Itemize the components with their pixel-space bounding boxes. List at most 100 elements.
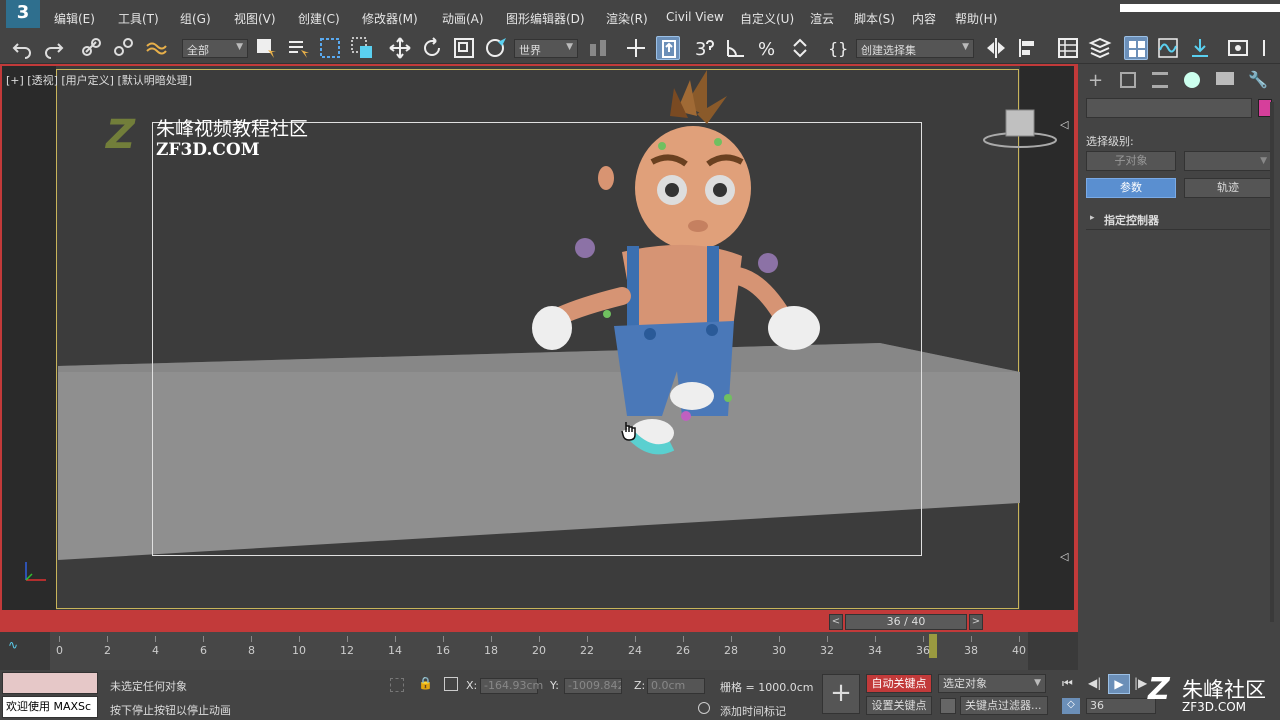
panel-scrollbar[interactable]	[1270, 102, 1274, 622]
time-slider-prev-button[interactable]: <	[829, 614, 843, 630]
utilities-tab-icon[interactable]: 🔧	[1248, 70, 1268, 89]
menu-graph-editors[interactable]: 图形编辑器(D)	[506, 10, 585, 27]
place-icon[interactable]	[484, 36, 508, 60]
scene-explorer-icon[interactable]	[1056, 36, 1080, 60]
time-slider[interactable]: 36 / 40	[845, 614, 967, 630]
time-slider-next-button[interactable]: >	[969, 614, 983, 630]
watermark-title: 朱峰视频教程社区	[156, 118, 309, 140]
menu-tools[interactable]: 工具(T)	[118, 10, 159, 27]
hierarchy-tab-icon[interactable]	[1152, 72, 1168, 88]
add-time-tag[interactable]: 添加时间标记	[720, 703, 786, 719]
y-coord-label: Y:	[550, 679, 559, 692]
maxscript-listener-mini[interactable]	[2, 672, 98, 694]
object-name-field[interactable]	[1086, 98, 1252, 118]
tick-mark	[347, 636, 348, 642]
modify-tab-icon[interactable]	[1120, 72, 1136, 88]
spinner-snap-icon[interactable]	[788, 36, 812, 60]
select-by-name-icon[interactable]	[286, 36, 310, 60]
menu-civil-view[interactable]: Civil View	[666, 10, 724, 24]
select-object-icon[interactable]	[254, 36, 278, 60]
named-selection-dropdown[interactable]: 创建选择集 ▼	[856, 39, 974, 58]
undo-icon[interactable]	[10, 36, 34, 60]
absolute-mode-icon[interactable]	[444, 677, 458, 691]
menu-edit[interactable]: 编辑(E)	[54, 10, 95, 27]
command-panel: + 🔧 选择级别: 子对象 ▼ 参数 轨迹 ▸ 指定控制器	[1080, 64, 1280, 632]
align-icon[interactable]	[1016, 36, 1040, 60]
track-bar[interactable]: ∿ 0 2 4 6 8 10 12 14 16 18 20 22 24 26 2…	[0, 632, 1078, 670]
app-logo[interactable]: 3	[6, 0, 40, 28]
render-setup-icon[interactable]	[1260, 36, 1280, 60]
isolate-toggle-icon[interactable]	[390, 678, 404, 692]
viewcube-icon[interactable]	[980, 104, 1060, 154]
menu-customize[interactable]: 自定义(U)	[740, 10, 794, 27]
time-tag-icon[interactable]	[698, 702, 710, 714]
go-to-start-icon[interactable]: ⏮	[1062, 676, 1073, 691]
prev-frame-icon[interactable]: ◀|	[1088, 676, 1101, 690]
perspective-viewport[interactable]: [+] [透视] [用户定义] [默认明暗处理] Z 朱峰视频教程社区 ZF3D…	[2, 66, 1074, 610]
ribbon-toggle-icon[interactable]	[1124, 36, 1148, 60]
key-filters-button[interactable]: 关键点过滤器...	[960, 696, 1048, 715]
redo-icon[interactable]	[42, 36, 66, 60]
link-icon[interactable]	[80, 36, 104, 60]
bind-spacewarp-icon[interactable]	[144, 36, 168, 60]
edit-named-selection-icon[interactable]: {}	[826, 36, 850, 60]
scale-icon[interactable]	[452, 36, 476, 60]
next-frame-icon[interactable]: |▶	[1134, 676, 1147, 690]
sub-object-button[interactable]: 子对象	[1086, 151, 1176, 171]
create-tab-icon[interactable]: +	[1088, 70, 1103, 91]
play-icon[interactable]: ▶	[1108, 674, 1130, 694]
y-coord-field[interactable]: -1009.842c	[564, 678, 622, 694]
current-frame-field[interactable]: 36	[1086, 698, 1156, 714]
menu-modifiers[interactable]: 修改器(M)	[362, 10, 418, 27]
menu-rendering[interactable]: 渲染(R)	[606, 10, 648, 27]
menu-group[interactable]: 组(G)	[180, 10, 211, 27]
hand-cursor-icon	[621, 422, 636, 441]
material-editor-icon[interactable]	[1226, 36, 1250, 60]
set-key-large-button[interactable]: +	[822, 674, 860, 714]
main-toolbar: 全部 ▼ 世界 ▼ 3 % {} 创建选择集 ▼	[0, 32, 1280, 64]
cartoon-character[interactable]	[502, 66, 842, 466]
curve-editor-icon[interactable]	[1156, 36, 1180, 60]
menu-xuanyun[interactable]: 渲云	[810, 10, 834, 27]
key-mode-dropdown[interactable]: 选定对象 ▼	[938, 674, 1046, 693]
parameters-button[interactable]: 参数	[1086, 178, 1176, 198]
sub-object-dropdown[interactable]: ▼	[1184, 151, 1272, 171]
layer-explorer-icon[interactable]	[1088, 36, 1112, 60]
motion-tab-icon[interactable]	[1184, 72, 1200, 88]
selection-filter-dropdown[interactable]: 全部 ▼	[182, 39, 248, 58]
set-key-button[interactable]: 设置关键点	[866, 696, 932, 715]
curve-editor-mini-icon[interactable]: ∿	[8, 638, 34, 656]
schematic-view-icon[interactable]	[1188, 36, 1212, 60]
rotate-icon[interactable]	[420, 36, 444, 60]
key-mode-toggle-icon[interactable]: ◇	[1062, 698, 1080, 714]
selection-level-label: 选择级别:	[1086, 135, 1134, 148]
rect-selection-icon[interactable]	[318, 36, 342, 60]
trajectories-button[interactable]: 轨迹	[1184, 178, 1272, 198]
grid-size-display: 栅格 = 1000.0cm	[720, 681, 814, 694]
menu-content[interactable]: 内容	[912, 10, 936, 27]
select-manipulate-icon[interactable]	[624, 36, 648, 60]
keyboard-shortcut-override-icon[interactable]	[656, 36, 680, 60]
menu-scripting[interactable]: 脚本(S)	[854, 10, 895, 27]
mirror-icon[interactable]	[984, 36, 1008, 60]
move-icon[interactable]	[388, 36, 412, 60]
z-coord-field[interactable]: 0.0cm	[647, 678, 705, 694]
menu-help[interactable]: 帮助(H)	[955, 10, 997, 27]
pivot-center-icon[interactable]	[586, 36, 610, 60]
x-coord-field[interactable]: -164.93cm	[480, 678, 543, 694]
menu-animation[interactable]: 动画(A)	[442, 10, 484, 27]
key-filters-icon[interactable]	[940, 698, 956, 714]
lock-icon[interactable]: 🔒	[418, 676, 433, 690]
unlink-icon[interactable]	[112, 36, 136, 60]
auto-key-button[interactable]: 自动关键点	[866, 674, 932, 693]
assign-controller-rollout[interactable]: ▸ 指定控制器	[1086, 210, 1274, 230]
display-tab-icon[interactable]	[1216, 72, 1234, 85]
menu-view[interactable]: 视图(V)	[234, 10, 276, 27]
angle-snap-icon[interactable]	[724, 36, 748, 60]
menu-create[interactable]: 创建(C)	[298, 10, 340, 27]
percent-snap-icon[interactable]: %	[756, 36, 780, 60]
window-crossing-icon[interactable]	[350, 36, 374, 60]
reference-coord-dropdown[interactable]: 世界 ▼	[514, 39, 578, 58]
snaps-toggle-icon[interactable]: 3	[692, 36, 716, 60]
maxscript-welcome[interactable]: 欢迎使用 MAXSc	[2, 696, 98, 718]
